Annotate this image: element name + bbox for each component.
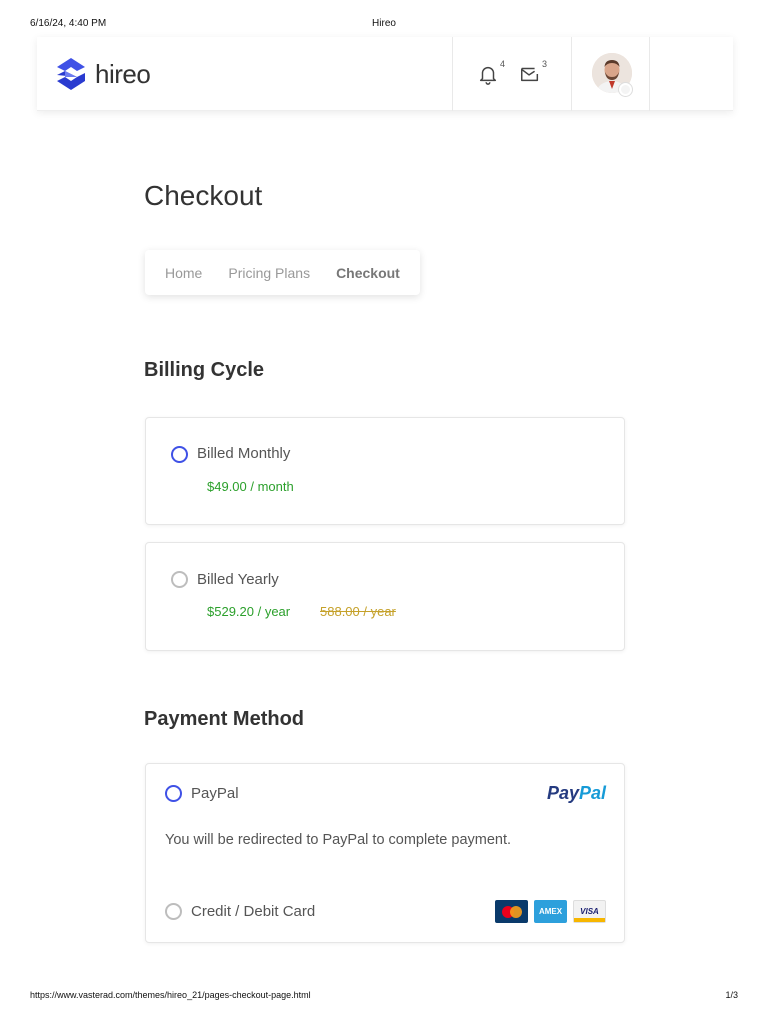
- paypal-logo: PayPal: [547, 783, 606, 804]
- credit-card-radio[interactable]: [165, 903, 182, 920]
- envelope-icon: [521, 67, 539, 82]
- paypal-radio[interactable]: [165, 785, 182, 802]
- billing-yearly-radio[interactable]: [171, 571, 188, 588]
- paypal-redirect-note: You will be redirected to PayPal to comp…: [165, 832, 512, 848]
- card-logos: AMEX VISA: [495, 900, 606, 923]
- messages-button[interactable]: 3: [517, 59, 547, 89]
- mastercard-icon: [495, 900, 528, 923]
- payment-method-title: Payment Method: [144, 708, 305, 730]
- breadcrumb: Home Pricing Plans Checkout: [145, 250, 420, 295]
- navbar-divider: [571, 37, 572, 111]
- payment-method-card: PayPal PayPal You will be redirected to …: [145, 763, 625, 943]
- credit-card-label[interactable]: Credit / Debit Card: [191, 903, 315, 920]
- paypal-logo-pay: Pay: [546, 783, 579, 803]
- amex-icon: AMEX: [534, 900, 567, 923]
- notifications-count: 4: [499, 59, 505, 69]
- paypal-label[interactable]: PayPal: [191, 785, 239, 802]
- print-header: 6/16/24, 4:40 PM Hireo: [30, 18, 738, 32]
- print-page-number: 1/3: [725, 990, 738, 1000]
- navbar-divider: [649, 37, 650, 111]
- billing-yearly-option[interactable]: Billed Yearly $529.20 / year 588.00 / ye…: [145, 542, 625, 651]
- print-footer: https://www.vasterad.com/themes/hireo_21…: [30, 990, 738, 1004]
- hireo-logo-icon: [57, 58, 85, 90]
- notifications-button[interactable]: 4: [475, 59, 505, 89]
- billing-monthly-radio[interactable]: [171, 446, 188, 463]
- billing-monthly-label: Billed Monthly: [197, 445, 291, 462]
- billing-cycle-title: Billing Cycle: [144, 359, 265, 381]
- navbar-divider: [452, 37, 453, 111]
- bell-icon: [479, 66, 497, 85]
- print-doc-title: Hireo: [372, 18, 396, 29]
- breadcrumb-home[interactable]: Home: [165, 265, 202, 281]
- breadcrumb-checkout: Checkout: [336, 264, 400, 281]
- billing-yearly-price: $529.20 / year: [207, 604, 291, 619]
- breadcrumb-pricing-plans[interactable]: Pricing Plans: [228, 265, 310, 281]
- billing-yearly-old-price: 588.00 / year: [320, 604, 396, 619]
- page-title: Checkout: [144, 180, 263, 211]
- top-navbar: hireo 4 3: [37, 37, 733, 111]
- print-url: https://www.vasterad.com/themes/hireo_21…: [30, 990, 311, 1000]
- messages-count: 3: [541, 59, 547, 69]
- online-status-dot: [619, 83, 632, 96]
- billing-yearly-label: Billed Yearly: [197, 571, 279, 588]
- billing-monthly-price: $49.00 / month: [207, 479, 294, 494]
- brand-name: hireo: [95, 58, 151, 89]
- paypal-logo-pal: Pal: [578, 783, 606, 803]
- billing-monthly-option[interactable]: Billed Monthly $49.00 / month: [145, 417, 625, 525]
- visa-icon: VISA: [573, 900, 606, 923]
- brand-logo[interactable]: hireo: [53, 55, 151, 93]
